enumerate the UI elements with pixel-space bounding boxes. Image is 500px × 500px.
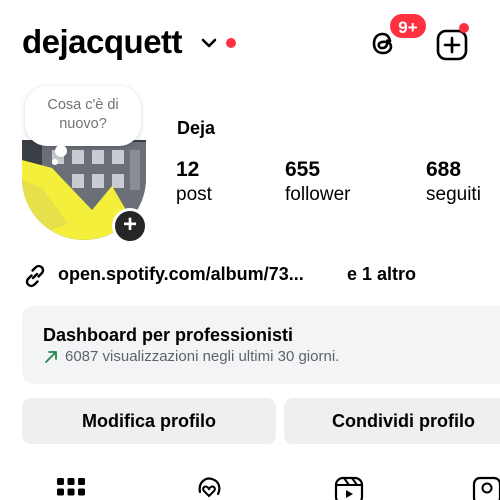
tagged-icon[interactable] (470, 474, 500, 500)
profile-header: dejacquett 9+ (0, 0, 500, 90)
note-bubble-tail-small (52, 159, 58, 165)
account-notification-dot (226, 38, 236, 48)
stat-posts[interactable]: 12 post (176, 158, 212, 206)
stat-followers[interactable]: 655 follower (285, 158, 350, 206)
note-bubble[interactable]: Cosa c'è di nuovo? (25, 86, 141, 146)
note-placeholder: Cosa c'è di nuovo? (47, 97, 119, 132)
share-profile-button[interactable]: Condividi profilo (284, 398, 500, 444)
stat-following-label: seguiti (426, 184, 481, 205)
note-bubble-tail (55, 145, 67, 157)
reels-icon[interactable] (332, 474, 366, 500)
username[interactable]: dejacquett (22, 23, 183, 61)
dashboard-title: Dashboard per professionisti (43, 325, 294, 345)
stat-posts-label: post (176, 184, 212, 205)
display-name: Deja (177, 118, 216, 138)
plus-square-icon[interactable] (435, 28, 469, 62)
edit-profile-button[interactable]: Modifica profilo (22, 398, 276, 444)
professional-dashboard-card[interactable]: Dashboard per professionisti 6087 visual… (22, 306, 500, 384)
stat-followers-value: 655 (285, 158, 321, 181)
stat-posts-value: 12 (176, 158, 200, 181)
chevron-down-icon[interactable] (200, 36, 218, 50)
bio-link-more[interactable]: e 1 altro (347, 264, 416, 285)
new-post-notification-dot (459, 23, 469, 33)
stat-followers-label: follower (285, 184, 351, 205)
stat-following[interactable]: 688 seguiti (426, 158, 481, 206)
add-story-button[interactable]: + (112, 208, 148, 244)
bio-link-text[interactable]: open.spotify.com/album/73... (58, 264, 304, 285)
grid-icon[interactable] (54, 474, 88, 500)
link-icon (25, 264, 45, 288)
dashboard-subtitle: 6087 visualizzazioni negli ultimi 30 gio… (65, 348, 340, 365)
trend-up-arrow-icon (45, 351, 57, 363)
notification-badge[interactable]: 9+ (388, 12, 428, 40)
collabs-icon[interactable] (192, 474, 226, 500)
stat-following-value: 688 (426, 158, 462, 181)
